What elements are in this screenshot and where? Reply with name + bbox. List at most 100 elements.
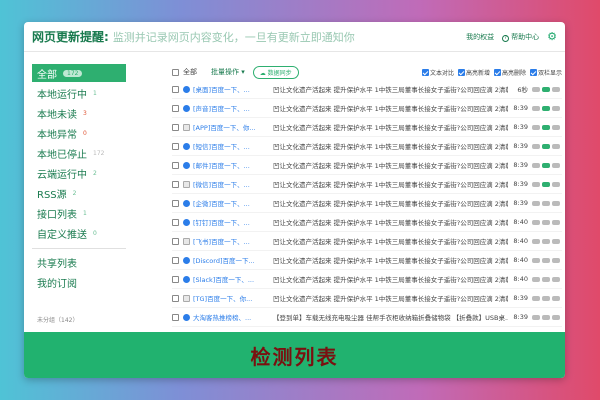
monitor-icon[interactable] [532, 105, 540, 111]
row-name[interactable]: [邮件]百度一下、... [193, 160, 267, 170]
display-option-checkbox[interactable] [421, 68, 429, 76]
monitor-row[interactable]: [飞书]百度一下、... 凹让文化遗产活起来 提升保护水平 1中铁三局董事长接女子… [172, 232, 562, 251]
row-checkbox[interactable] [172, 142, 179, 150]
monitor-row[interactable]: [钉钉]百度一下、... 凹让文化遗产活起来 提升保护水平 1中铁三局董事长接女子… [172, 213, 562, 232]
monitor-row[interactable]: [APP]百度一下、你... 凹让文化遗产活起来 提升保护水平 1中铁三局董事长接… [172, 118, 562, 137]
eye-icon[interactable] [552, 143, 560, 149]
cloud-icon[interactable] [542, 124, 550, 130]
row-checkbox[interactable] [172, 123, 179, 131]
eye-icon[interactable] [552, 257, 560, 263]
row-name[interactable]: [APP]百度一下、你... [193, 122, 267, 132]
eye-icon[interactable] [552, 314, 560, 320]
monitor-icon[interactable] [532, 238, 540, 244]
row-checkbox[interactable] [172, 199, 179, 207]
eye-icon[interactable] [552, 105, 560, 111]
row-checkbox[interactable] [172, 237, 179, 245]
cloud-icon[interactable] [542, 314, 550, 320]
eye-icon[interactable] [552, 181, 560, 187]
row-name[interactable]: [Discord]百度一下... [193, 255, 267, 265]
monitor-icon[interactable] [532, 314, 540, 320]
monitor-icon[interactable] [532, 295, 540, 301]
monitor-icon[interactable] [532, 257, 540, 263]
sidebar-extra-item[interactable]: 共享列表 [32, 253, 126, 271]
cloud-icon[interactable] [542, 162, 550, 168]
cloud-icon[interactable] [542, 276, 550, 282]
cloud-icon[interactable] [542, 86, 550, 92]
sidebar-item[interactable]: 本地运行中 1 [32, 84, 126, 102]
eye-icon[interactable] [552, 86, 560, 92]
row-name[interactable]: [Slack]百度一下、... [193, 274, 267, 284]
row-checkbox[interactable] [172, 294, 179, 302]
monitor-icon[interactable] [532, 162, 540, 168]
monitor-row[interactable]: [企微]百度一下、... 凹让文化遗产活起来 提升保护水平 1中铁三局董事长接女子… [172, 194, 562, 213]
sidebar-item[interactable]: 云端运行中 2 [32, 164, 126, 182]
display-option-checkbox[interactable] [529, 68, 537, 76]
display-option-checkbox[interactable] [457, 68, 465, 76]
cloud-icon[interactable] [542, 143, 550, 149]
sidebar-extra-item[interactable]: 我的订阅 [32, 273, 126, 291]
display-option-checkbox[interactable] [493, 68, 501, 76]
row-checkbox[interactable] [172, 218, 179, 226]
eye-icon[interactable] [552, 238, 560, 244]
row-name[interactable]: [桌面]百度一下、... [193, 84, 267, 94]
cloud-icon[interactable] [542, 238, 550, 244]
eye-icon[interactable] [552, 124, 560, 130]
eye-icon[interactable] [552, 276, 560, 282]
monitor-row[interactable]: [微信]百度一下、... 凹让文化遗产活起来 提升保护水平 1中铁三局董事长接女子… [172, 175, 562, 194]
cloud-icon[interactable] [542, 219, 550, 225]
display-option[interactable]: 双栏显示 [529, 68, 562, 77]
row-name[interactable]: [声音]百度一下、... [193, 103, 267, 113]
monitor-icon[interactable] [532, 276, 540, 282]
row-checkbox[interactable] [172, 256, 179, 264]
display-option[interactable]: 高亮删除 [493, 68, 526, 77]
cloud-icon[interactable] [542, 295, 550, 301]
sidebar-item[interactable]: 接口列表 1 [32, 204, 126, 222]
cloud-icon[interactable] [542, 257, 550, 263]
row-name[interactable]: [短信]百度一下、... [193, 141, 267, 151]
eye-icon[interactable] [552, 219, 560, 225]
display-option[interactable]: 文本对比 [421, 68, 454, 77]
sidebar-footer[interactable]: 未分组（142） [37, 315, 78, 324]
data-sync-button[interactable]: ☁ 数据同步 [252, 65, 299, 79]
row-checkbox[interactable] [172, 313, 179, 321]
monitor-row[interactable]: 大淘客热推榜榜、... 【登到单】车载无线充电吸尘器 佳帮手衣柜收纳箱折叠储物袋 … [172, 308, 562, 327]
monitor-icon[interactable] [532, 86, 540, 92]
sidebar-item[interactable]: 本地已停止 172 [32, 144, 126, 162]
cloud-icon[interactable] [542, 105, 550, 111]
row-checkbox[interactable] [172, 104, 179, 112]
eye-icon[interactable] [552, 200, 560, 206]
monitor-icon[interactable] [532, 124, 540, 130]
display-option[interactable]: 高亮新增 [457, 68, 490, 77]
sidebar-item[interactable]: 全部 172 [32, 64, 126, 82]
row-checkbox[interactable] [172, 180, 179, 188]
monitor-row[interactable]: [桌面]百度一下、... 凹让文化遗产活起来 提升保护水平 1中铁三局董事长接女子… [172, 80, 562, 99]
row-checkbox[interactable] [172, 275, 179, 283]
row-name[interactable]: [TG]百度一下、你... [193, 293, 267, 303]
my-rights-link[interactable]: 我的权益 [466, 32, 494, 42]
row-name[interactable]: [微信]百度一下、... [193, 179, 267, 189]
sidebar-item[interactable]: 自定义推送 0 [32, 224, 126, 242]
monitor-row[interactable]: [声音]百度一下、... 凹让文化遗产活起来 提升保护水平 1中铁三局董事长接女子… [172, 99, 562, 118]
row-checkbox[interactable] [172, 85, 179, 93]
gear-icon[interactable]: ⚙ [547, 30, 557, 43]
sidebar-item[interactable]: 本地异常 0 [32, 124, 126, 142]
batch-actions-dropdown[interactable]: 批量操作 ▾ [211, 67, 245, 77]
eye-icon[interactable] [552, 162, 560, 168]
monitor-row[interactable]: [邮件]百度一下、... 凹让文化遗产活起来 提升保护水平 1中铁三局董事长接女子… [172, 156, 562, 175]
monitor-row[interactable]: [短信]百度一下、... 凹让文化遗产活起来 提升保护水平 1中铁三局董事长接女子… [172, 137, 562, 156]
row-name[interactable]: 大淘客热推榜榜、... [193, 312, 267, 322]
monitor-row[interactable]: [TG]百度一下、你... 凹让文化遗产活起来 提升保护水平 1中铁三局董事长接女… [172, 289, 562, 308]
monitor-icon[interactable] [532, 181, 540, 187]
row-name[interactable]: [钉钉]百度一下、... [193, 217, 267, 227]
sidebar-item[interactable]: 本地未读 3 [32, 104, 126, 122]
row-checkbox[interactable] [172, 161, 179, 169]
monitor-row[interactable]: [Slack]百度一下、... 凹让文化遗产活起来 提升保护水平 1中铁三局董事长… [172, 270, 562, 289]
eye-icon[interactable] [552, 295, 560, 301]
cloud-icon[interactable] [542, 200, 550, 206]
monitor-icon[interactable] [532, 200, 540, 206]
help-center-link[interactable]: ? 帮助中心 [502, 32, 539, 42]
select-all-checkbox[interactable] [172, 68, 179, 76]
monitor-row[interactable]: [Discord]百度一下... 凹让文化遗产活起来 提升保护水平 1中铁三局董事… [172, 251, 562, 270]
row-name[interactable]: [企微]百度一下、... [193, 198, 267, 208]
sidebar-item[interactable]: RSS源 2 [32, 184, 126, 202]
